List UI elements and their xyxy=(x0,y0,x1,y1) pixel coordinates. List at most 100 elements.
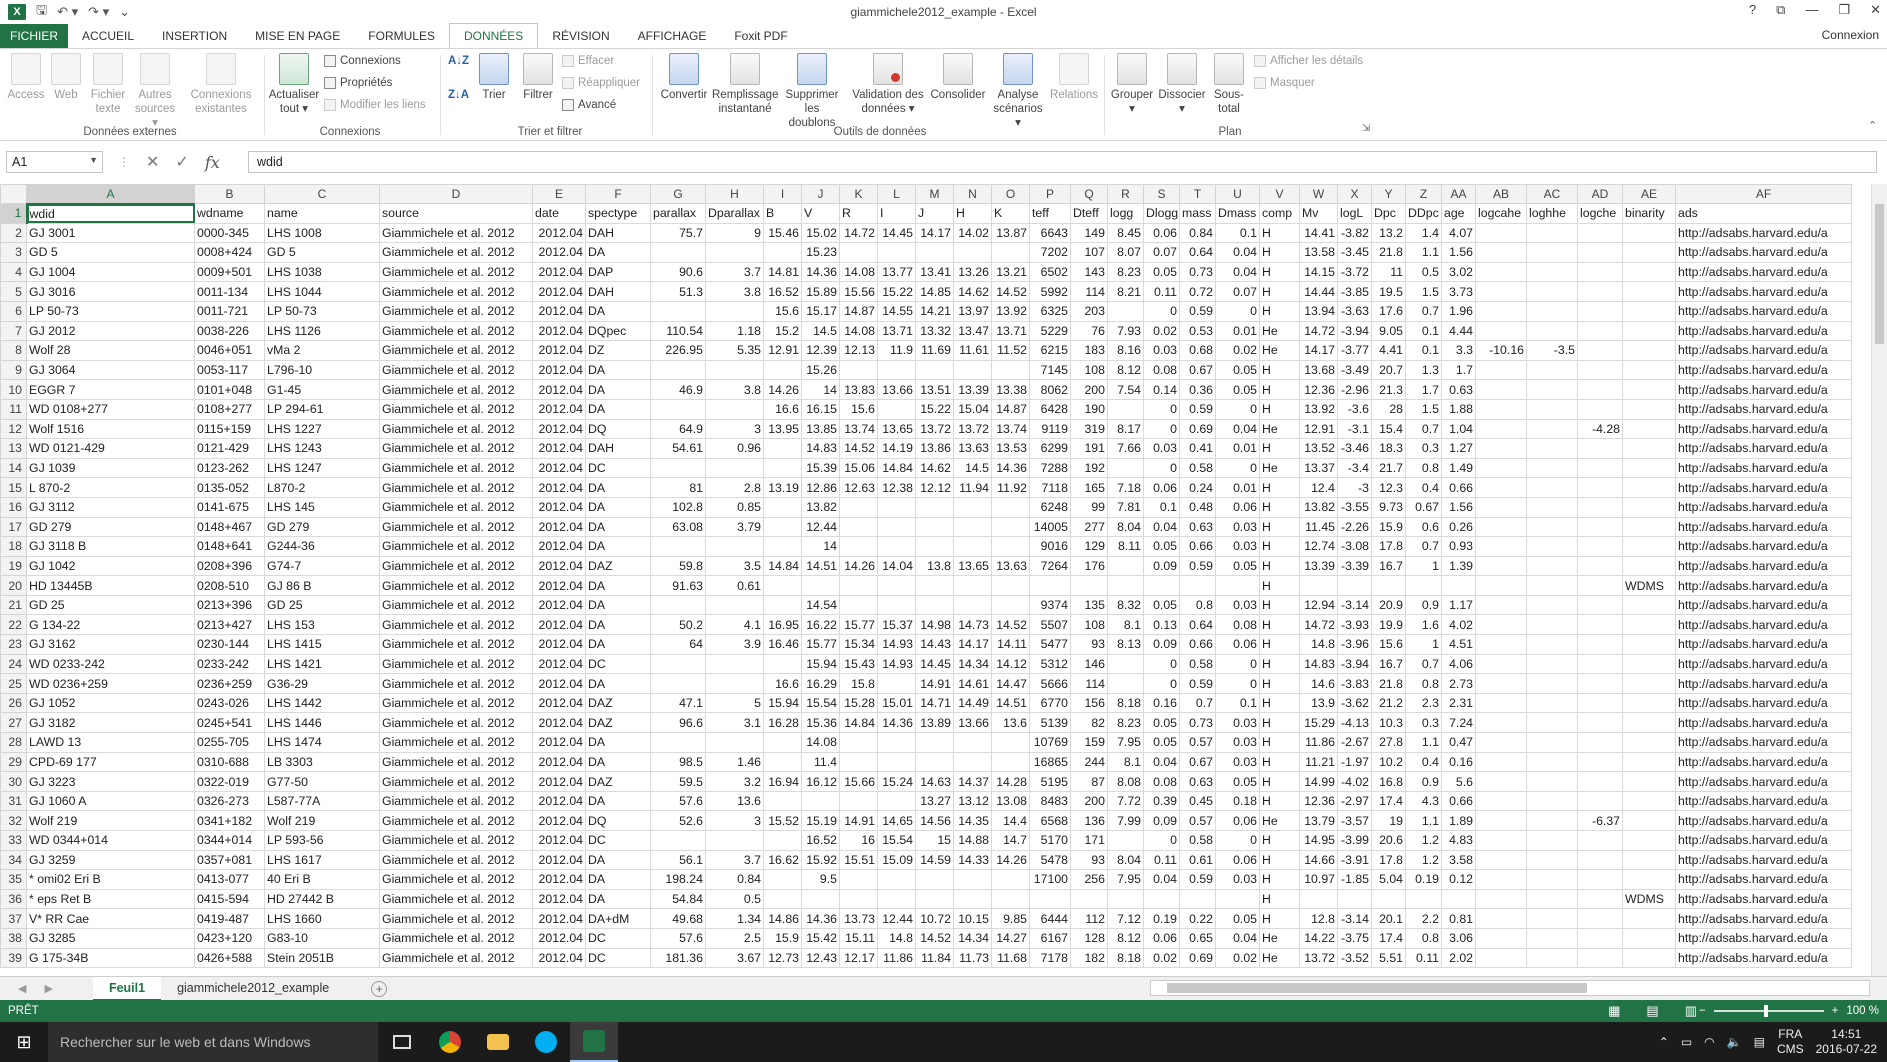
cell[interactable]: 14.55 xyxy=(877,300,916,322)
cell[interactable]: 16.7 xyxy=(1371,653,1406,675)
cell[interactable]: 13.08 xyxy=(991,790,1030,812)
cell[interactable] xyxy=(1029,575,1071,596)
cell[interactable]: He xyxy=(1259,320,1300,342)
row-header[interactable]: 20 xyxy=(0,575,27,596)
cell[interactable]: H xyxy=(953,203,992,224)
row-header[interactable]: 31 xyxy=(0,790,27,812)
cell[interactable]: 0.58 xyxy=(1179,653,1216,675)
cell[interactable]: 0.03 xyxy=(1215,712,1260,734)
cell[interactable]: 13.72 xyxy=(953,418,992,440)
cell[interactable] xyxy=(839,496,878,518)
cell[interactable]: GJ 3223 xyxy=(26,771,195,792)
cell[interactable]: 12.4 xyxy=(1299,477,1338,498)
cell[interactable]: 5195 xyxy=(1029,771,1071,792)
cell[interactable]: 3 xyxy=(705,810,764,831)
cell[interactable]: 183 xyxy=(1070,340,1108,361)
cell[interactable]: 12.38 xyxy=(877,477,916,498)
column-header[interactable]: U xyxy=(1215,184,1260,204)
cell[interactable]: 0.39 xyxy=(1143,790,1180,812)
volume-icon[interactable]: 🔈 xyxy=(1727,1035,1742,1049)
cell[interactable]: 0.09 xyxy=(1143,555,1180,577)
cell[interactable]: 13.9 xyxy=(1299,692,1338,714)
cell[interactable]: K xyxy=(991,203,1030,224)
cell[interactable]: 0 xyxy=(1143,653,1180,675)
cell[interactable]: 0.61 xyxy=(705,575,764,596)
cell[interactable]: -4.13 xyxy=(1337,712,1372,734)
cell[interactable]: 6167 xyxy=(1029,927,1071,949)
cell[interactable]: 0046+051 xyxy=(194,340,265,361)
cell[interactable]: 114 xyxy=(1070,673,1108,694)
cell[interactable]: 13.87 xyxy=(991,222,1030,244)
cell[interactable]: 13.66 xyxy=(953,712,992,734)
cell[interactable]: 9374 xyxy=(1029,594,1071,616)
row-header[interactable]: 3 xyxy=(0,242,27,263)
cell[interactable]: 0.58 xyxy=(1179,457,1216,479)
cell[interactable]: Giammichele et al. 2012 xyxy=(379,379,533,400)
row-header[interactable]: 8 xyxy=(0,340,27,361)
cell[interactable]: 13.92 xyxy=(991,300,1030,322)
cell[interactable]: Dparallax xyxy=(705,203,764,224)
cell[interactable]: 0.03 xyxy=(1143,438,1180,459)
cell[interactable] xyxy=(763,575,802,596)
cell[interactable]: Giammichele et al. 2012 xyxy=(379,398,533,420)
cell[interactable]: 8.21 xyxy=(1107,281,1144,302)
hide-detail-button[interactable]: Masquer xyxy=(1254,77,1315,89)
cell[interactable] xyxy=(1337,575,1372,596)
cell[interactable]: 14.81 xyxy=(763,261,802,283)
cell[interactable]: 12.17 xyxy=(839,947,878,969)
cell[interactable]: 2012.04 xyxy=(532,594,586,616)
cell[interactable]: 13.2 xyxy=(1371,222,1406,244)
cell[interactable] xyxy=(1577,536,1623,557)
vertical-scrollbar[interactable] xyxy=(1871,184,1887,976)
cell[interactable]: 0.26 xyxy=(1441,516,1476,538)
cell[interactable]: 14.93 xyxy=(877,634,916,655)
cell[interactable] xyxy=(1622,555,1676,577)
cell[interactable]: 3.1 xyxy=(705,712,764,734)
cell[interactable]: LHS 1008 xyxy=(264,222,380,244)
confirm-entry-icon[interactable]: ✓ xyxy=(175,152,188,172)
cell[interactable]: LHS 1446 xyxy=(264,712,380,734)
cell[interactable]: -3.83 xyxy=(1337,673,1372,694)
cell[interactable]: 319 xyxy=(1070,418,1108,440)
row-header[interactable]: 27 xyxy=(0,712,27,734)
cell[interactable]: H xyxy=(1259,477,1300,498)
cell[interactable]: 14.54 xyxy=(801,594,840,616)
cell[interactable]: DA xyxy=(585,242,651,263)
cell[interactable]: 99 xyxy=(1070,496,1108,518)
cell[interactable]: 8.07 xyxy=(1107,242,1144,263)
cell[interactable] xyxy=(1475,830,1527,851)
row-header[interactable]: 5 xyxy=(0,281,27,302)
cell[interactable]: 10769 xyxy=(1029,732,1071,753)
row-header[interactable]: 2 xyxy=(0,222,27,244)
cell[interactable]: 0.1 xyxy=(1405,340,1442,361)
cell[interactable]: 8.04 xyxy=(1107,849,1144,871)
cell[interactable] xyxy=(1577,340,1623,361)
cell[interactable] xyxy=(1526,242,1578,263)
cell[interactable]: 14.6 xyxy=(1299,673,1338,694)
cell[interactable]: 0357+081 xyxy=(194,849,265,871)
cell[interactable]: 15.24 xyxy=(877,771,916,792)
cell[interactable] xyxy=(1107,888,1144,910)
cell[interactable] xyxy=(1577,771,1623,792)
cell[interactable] xyxy=(1371,575,1406,596)
cell[interactable]: Wolf 219 xyxy=(264,810,380,831)
cell[interactable]: 14.52 xyxy=(839,438,878,459)
cell[interactable]: Dpc xyxy=(1371,203,1406,224)
row-header[interactable]: 28 xyxy=(0,732,27,753)
cell[interactable]: Giammichele et al. 2012 xyxy=(379,300,533,322)
cell[interactable]: 9.5 xyxy=(801,869,840,890)
cell[interactable] xyxy=(1622,398,1676,420)
cell[interactable]: 15.36 xyxy=(801,712,840,734)
cell[interactable] xyxy=(1143,888,1180,910)
cell[interactable]: 15.54 xyxy=(877,830,916,851)
cell[interactable] xyxy=(1622,947,1676,969)
cell[interactable]: 8.11 xyxy=(1107,536,1144,557)
cell[interactable]: 14.17 xyxy=(1299,340,1338,361)
cell[interactable]: 2.73 xyxy=(1441,673,1476,694)
cell[interactable]: 0.84 xyxy=(705,869,764,890)
cell[interactable]: 182 xyxy=(1070,947,1108,969)
cell[interactable] xyxy=(1577,359,1623,381)
cell[interactable]: 0.06 xyxy=(1143,222,1180,244)
cell[interactable]: 50.2 xyxy=(650,614,706,636)
cell[interactable]: 15.94 xyxy=(801,653,840,675)
